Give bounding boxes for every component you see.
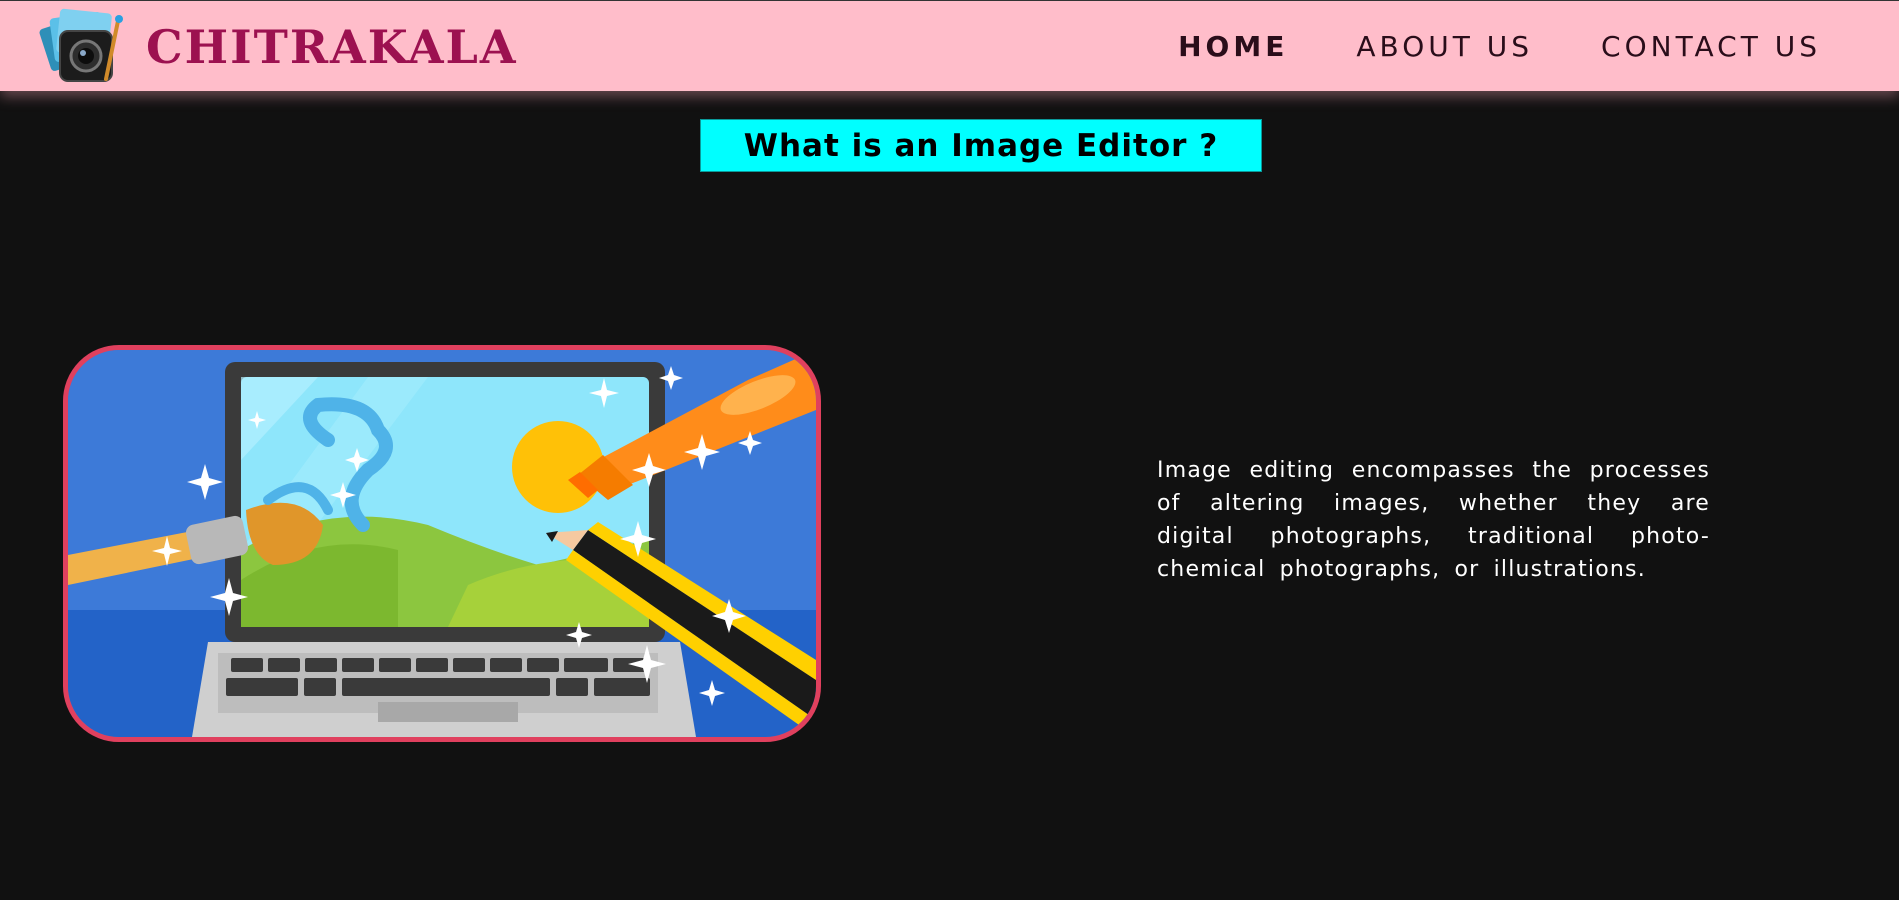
description-text: Image editing encompasses the processes …	[1157, 458, 1710, 582]
navbar: CHITRAKALA HOME ABOUT US CONTACT US	[0, 0, 1899, 91]
nav-home-link[interactable]: HOME	[1178, 27, 1288, 67]
main-nav: HOME ABOUT US CONTACT US	[1178, 27, 1821, 67]
camera-logo-icon[interactable]	[38, 7, 126, 87]
nav-contact-us-link[interactable]: CONTACT US	[1601, 27, 1821, 67]
section-heading: What is an Image Editor ?	[743, 127, 1219, 164]
laptop-image-editing-icon	[63, 345, 821, 742]
section-heading-box: What is an Image Editor ?	[700, 119, 1262, 172]
brand-name[interactable]: CHITRAKALA	[146, 19, 518, 75]
nav-about-us-link[interactable]: ABOUT US	[1356, 27, 1533, 67]
